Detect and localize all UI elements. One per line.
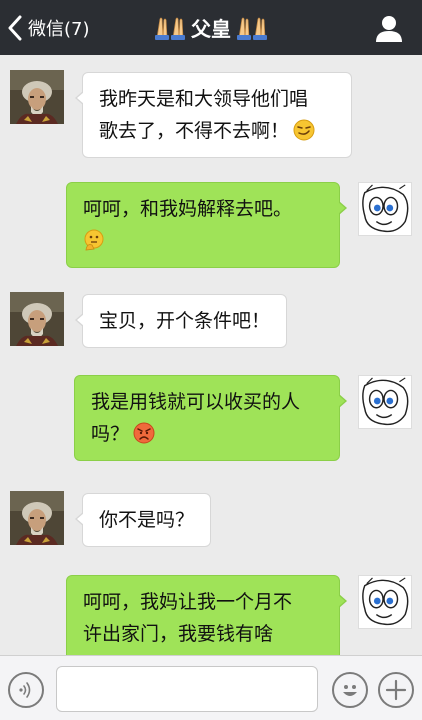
contact-avatar[interactable]	[10, 292, 64, 346]
back-label: 微信(7)	[28, 18, 90, 40]
message-text: 吗？	[91, 423, 130, 445]
message-text: 我昨天是和大领导他们唱	[99, 88, 309, 110]
plus-icon	[385, 679, 407, 701]
message-bubble[interactable]: 呵呵，和我妈解释去吧。	[66, 182, 347, 268]
chat-title-text: 父皇	[191, 17, 231, 41]
message-text: 歌去了，不得不去啊！	[99, 120, 290, 142]
praying-hands-icon	[233, 16, 271, 40]
self-avatar[interactable]	[358, 575, 412, 629]
self-avatar[interactable]	[358, 375, 412, 429]
message-input[interactable]	[56, 666, 318, 712]
message-text: 你不是吗？	[99, 509, 195, 531]
message-text: 呵呵，我妈让我一个月不	[83, 591, 293, 613]
message-bubble[interactable]: 你不是吗？	[74, 493, 212, 547]
angry-emoji-icon	[133, 422, 155, 444]
input-bar	[0, 655, 422, 720]
chevron-left-icon	[8, 15, 22, 40]
thinking-emoji-icon	[84, 229, 104, 251]
self-avatar[interactable]	[358, 182, 412, 236]
contact-avatar[interactable]	[10, 491, 64, 545]
praying-hands-icon	[151, 16, 189, 40]
user-profile-icon[interactable]	[374, 13, 404, 43]
message-text: 呵呵，和我妈解释去吧。	[83, 198, 293, 220]
back-button[interactable]: 微信(7)	[6, 0, 90, 55]
chat-screen: 微信(7) 父皇 我昨天是和大领导他们唱 歌去了，不得不去啊！ 呵呵，和我妈解释…	[0, 0, 422, 720]
voice-icon	[19, 682, 31, 698]
emoji-icon	[343, 685, 357, 696]
voice-button[interactable]	[8, 672, 44, 708]
message-bubble[interactable]: 我是用钱就可以收买的人 吗？	[74, 375, 347, 461]
smirk-emoji-icon	[293, 119, 315, 141]
message-list[interactable]: 我昨天是和大领导他们唱 歌去了，不得不去啊！ 呵呵，和我妈解释去吧。 宝贝，开个…	[0, 55, 422, 655]
more-button[interactable]	[378, 672, 414, 708]
message-text: 许出家门，我要钱有啥	[83, 623, 274, 645]
message-bubble[interactable]: 宝贝，开个条件吧！	[74, 294, 288, 348]
emoji-button[interactable]	[332, 672, 368, 708]
message-bubble[interactable]: 呵呵，我妈让我一个月不 许出家门，我要钱有啥	[66, 575, 347, 655]
contact-avatar[interactable]	[10, 70, 64, 124]
top-bar: 微信(7) 父皇	[0, 0, 422, 55]
message-text: 我是用钱就可以收买的人	[91, 391, 301, 413]
message-text: 宝贝，开个条件吧！	[99, 310, 271, 332]
message-bubble[interactable]: 我昨天是和大领导他们唱 歌去了，不得不去啊！	[75, 72, 352, 158]
